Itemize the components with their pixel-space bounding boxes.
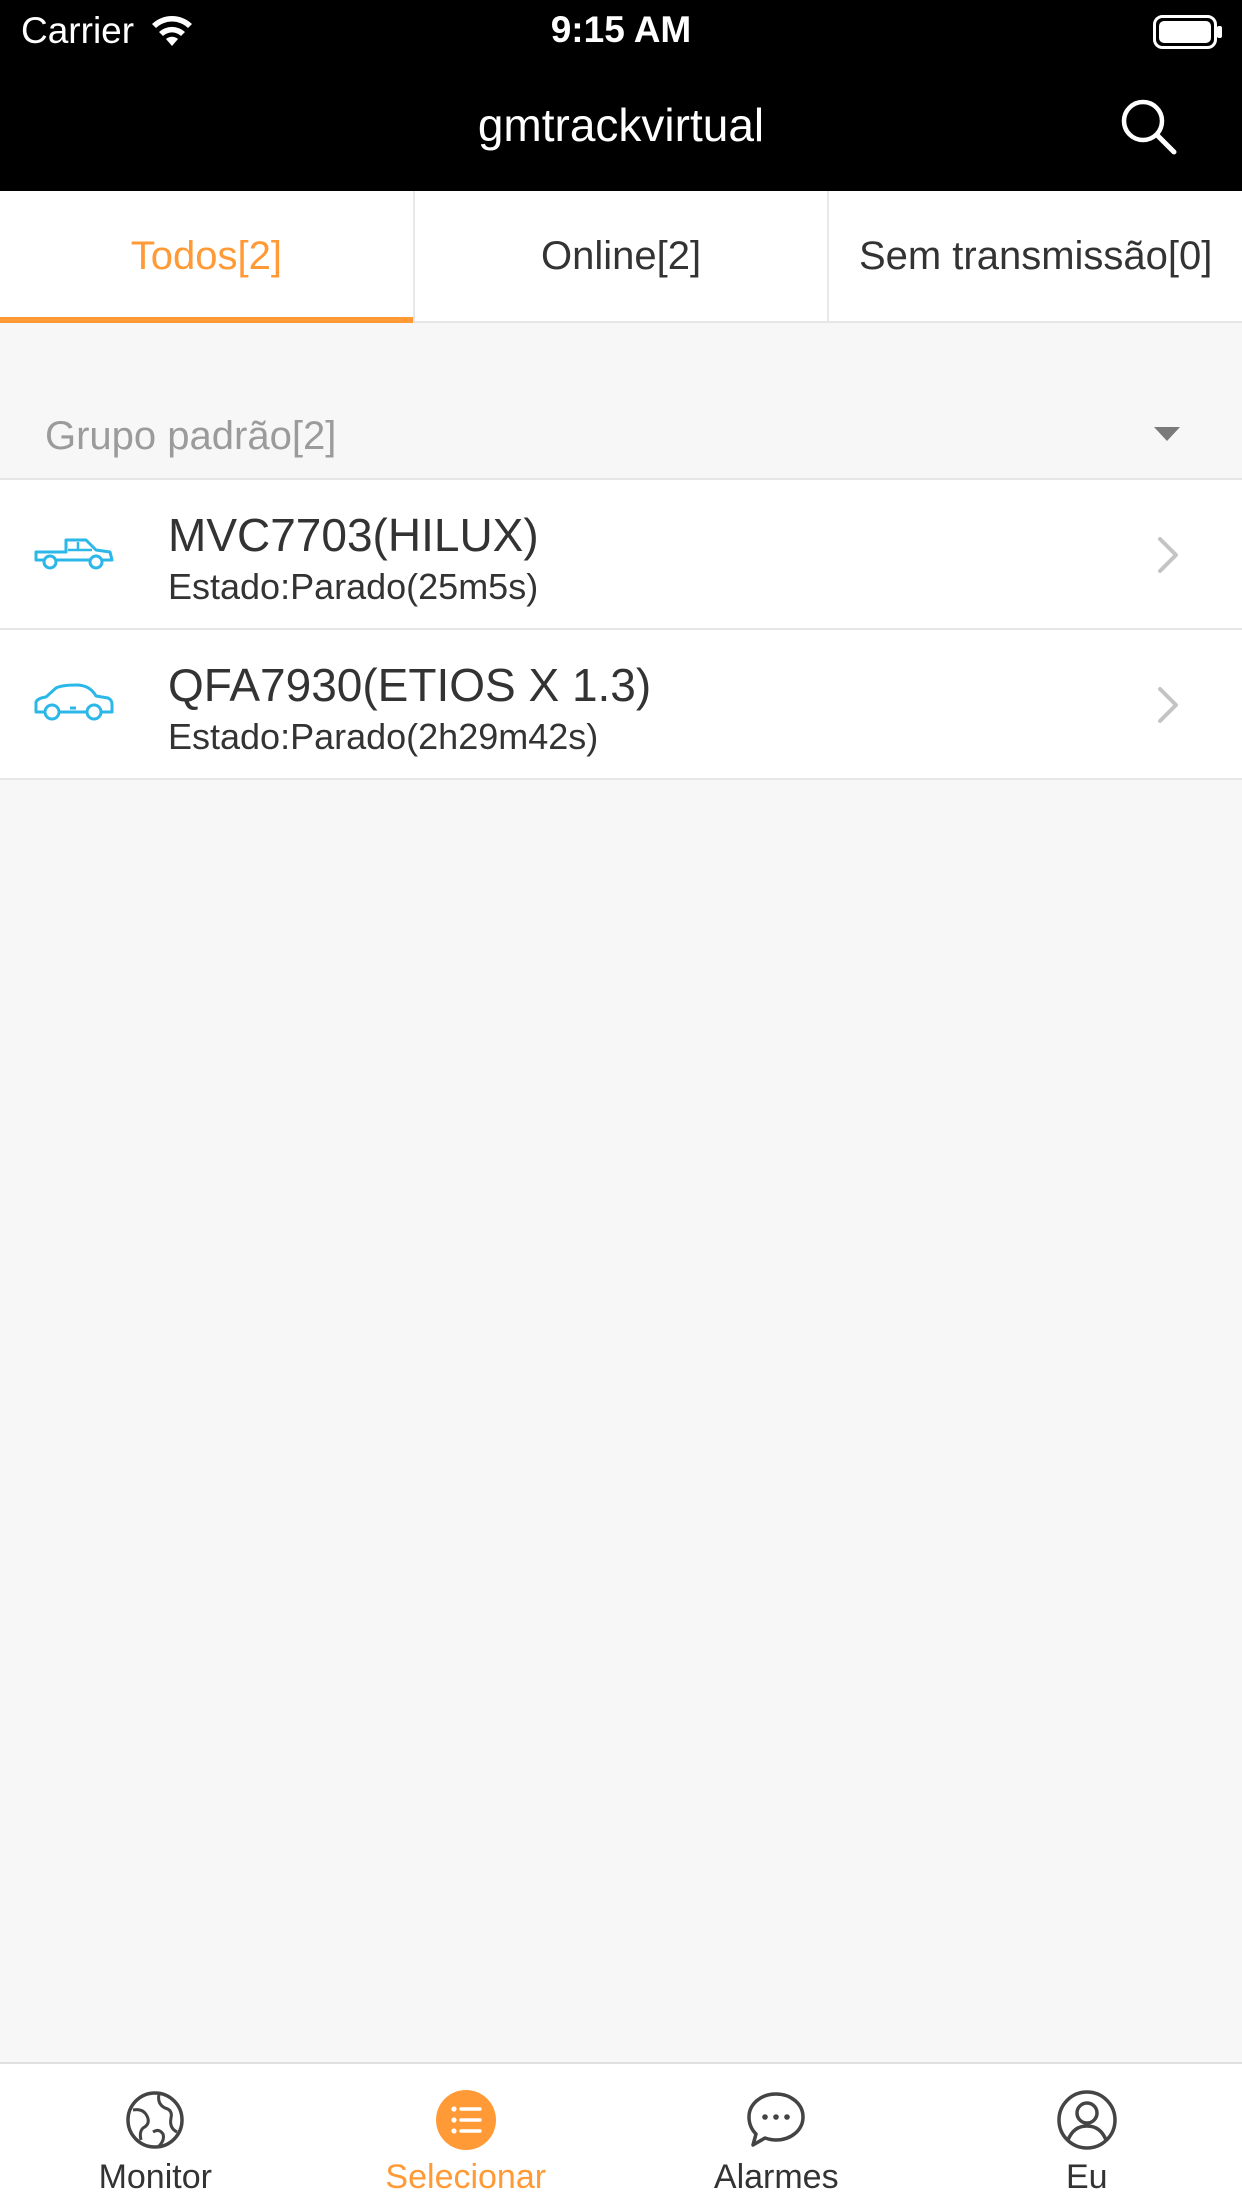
tab-todos[interactable]: Todos[2] bbox=[0, 191, 415, 323]
page-title: gmtrackvirtual bbox=[477, 99, 765, 151]
tabbar-item-selecionar[interactable]: Selecionar bbox=[311, 2064, 622, 2208]
tabbar-item-monitor[interactable]: Monitor bbox=[0, 2064, 311, 2208]
tabbar-label: Eu bbox=[1065, 2158, 1108, 2196]
tabbar-label: Alarmes bbox=[713, 2158, 839, 2196]
tabbar-item-alarmes[interactable]: Alarmes bbox=[621, 2064, 932, 2208]
user-icon bbox=[1057, 2090, 1117, 2150]
group-header[interactable]: Grupo padrão[2] bbox=[0, 390, 1242, 480]
group-title: Grupo padrão[2] bbox=[45, 414, 337, 458]
tab-online[interactable]: Online[2] bbox=[415, 191, 830, 321]
globe-icon bbox=[126, 2091, 184, 2149]
list-icon bbox=[435, 2090, 496, 2150]
bottom-tab-bar: Monitor Selecionar Alarmes Eu bbox=[0, 2062, 1242, 2208]
vehicle-row[interactable]: MVC7703(HILUX) Estado:Parado(25m5s) bbox=[0, 480, 1242, 630]
chevron-right-icon bbox=[1158, 537, 1178, 573]
filter-tabs: Todos[2] Online[2] Sem transmissão[0] bbox=[0, 191, 1242, 323]
sedan-car-icon bbox=[34, 683, 114, 721]
chat-bubble-icon bbox=[747, 2092, 805, 2147]
pickup-truck-icon bbox=[34, 538, 114, 570]
vehicle-name: MVC7703(HILUX) bbox=[168, 509, 539, 561]
caret-down-icon bbox=[1154, 427, 1180, 441]
battery-icon bbox=[1153, 15, 1222, 49]
status-bar: Carrier 9:15 AM bbox=[0, 0, 1242, 62]
tabbar-label: Selecionar bbox=[385, 2158, 547, 2196]
vehicle-status: Estado:Parado(25m5s) bbox=[168, 566, 539, 607]
vehicle-row[interactable]: QFA7930(ETIOS X 1.3) Estado:Parado(2h29m… bbox=[0, 630, 1242, 780]
vehicle-status: Estado:Parado(2h29m42s) bbox=[168, 716, 599, 757]
top-bar: Carrier 9:15 AM gmtrackvirtual bbox=[0, 0, 1242, 191]
vehicle-name: QFA7930(ETIOS X 1.3) bbox=[168, 659, 652, 711]
chevron-right-icon bbox=[1158, 687, 1178, 723]
status-time: 9:15 AM bbox=[550, 9, 692, 50]
tab-sem-transmissao[interactable]: Sem transmissão[0] bbox=[829, 191, 1242, 321]
tabbar-label: Monitor bbox=[98, 2158, 212, 2196]
tabbar-item-eu[interactable]: Eu bbox=[932, 2064, 1242, 2208]
search-icon[interactable] bbox=[1118, 96, 1180, 158]
vehicle-list: MVC7703(HILUX) Estado:Parado(25m5s) QFA7… bbox=[0, 480, 1242, 780]
